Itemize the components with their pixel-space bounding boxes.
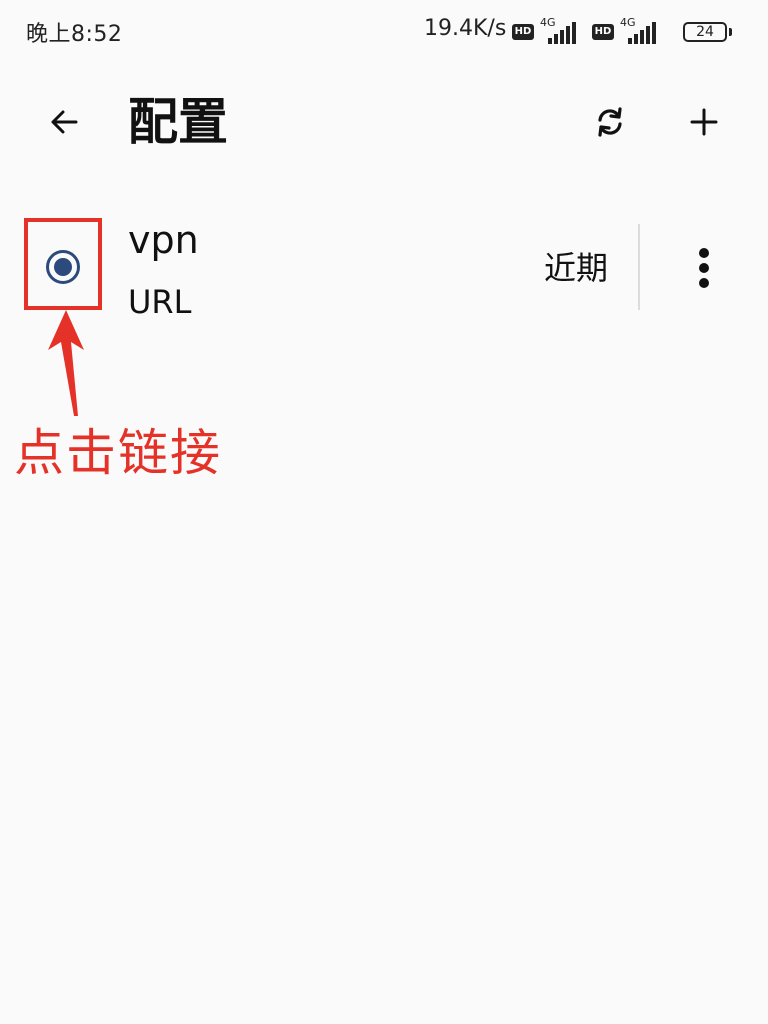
profile-list-item[interactable]: vpn URL 近期 bbox=[0, 200, 768, 340]
hd-badge: HD bbox=[512, 24, 534, 40]
signal-icon: 4G bbox=[620, 16, 660, 44]
profile-type: URL bbox=[128, 283, 192, 321]
sync-icon bbox=[598, 107, 622, 137]
annotation-label: 点击链接 bbox=[14, 424, 222, 482]
more-vertical-icon bbox=[699, 248, 709, 288]
profile-update-time: 近期 bbox=[544, 249, 609, 287]
network-speed: 19.4K/s bbox=[424, 16, 507, 41]
page-title: 配置 bbox=[128, 93, 228, 151]
battery-cap bbox=[729, 28, 732, 36]
add-button[interactable] bbox=[680, 98, 728, 146]
arrow-left-icon bbox=[51, 110, 78, 134]
annotation-arrow-icon bbox=[48, 310, 84, 416]
plus-icon bbox=[690, 108, 718, 136]
hd-badge: HD bbox=[592, 24, 614, 40]
back-button[interactable] bbox=[40, 100, 88, 144]
status-bar: 晚上8:52 19.4K/s HD 4G HD 4G 24 bbox=[0, 0, 768, 68]
status-time: 晚上8:52 bbox=[26, 22, 123, 47]
profile-name: vpn bbox=[128, 218, 199, 262]
annotation-highlight-box bbox=[24, 218, 102, 310]
more-options-button[interactable] bbox=[684, 242, 724, 294]
battery-icon: 24 bbox=[683, 22, 727, 42]
app-bar: 配置 bbox=[0, 70, 768, 174]
divider bbox=[638, 224, 640, 310]
signal-icon: 4G bbox=[540, 16, 580, 44]
refresh-button[interactable] bbox=[586, 98, 634, 146]
battery-level: 24 bbox=[696, 24, 714, 40]
